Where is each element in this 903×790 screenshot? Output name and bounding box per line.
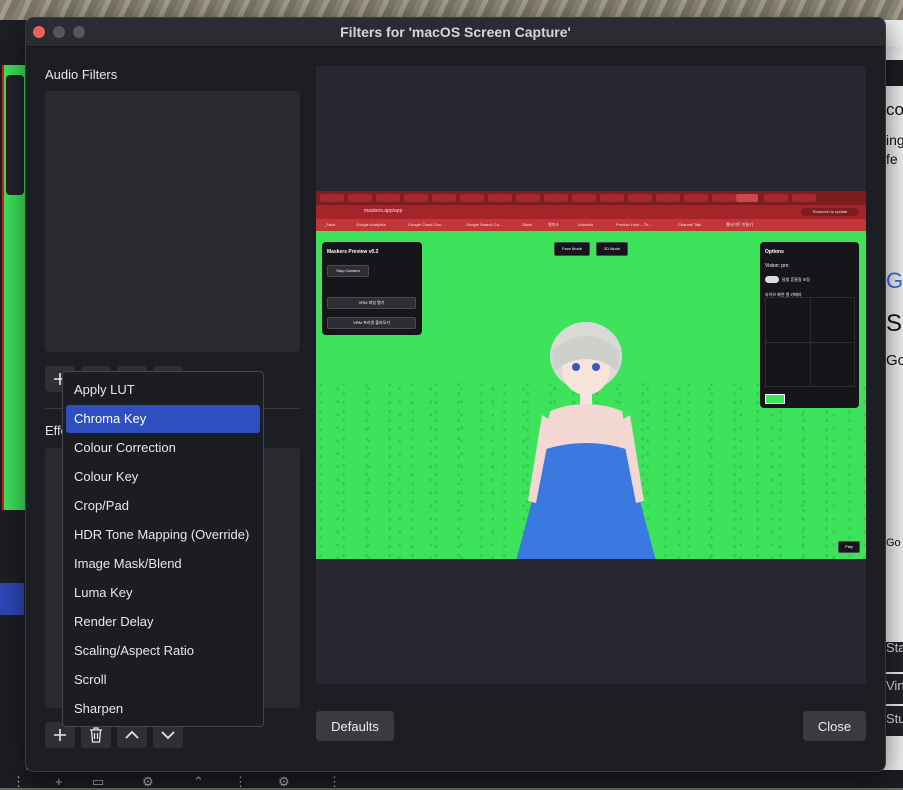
close-button[interactable]: Close [803, 711, 866, 741]
stop-camera-button: Stop Camera [327, 265, 369, 277]
panel-header-edge [883, 60, 903, 86]
bookmark: _Save [324, 222, 336, 227]
browser-tab [792, 194, 816, 202]
menu-item-scaling-aspect-ratio[interactable]: Scaling/Aspect Ratio [66, 637, 260, 665]
main-window-bottom-toolbar: ⋮ + ▭ ⚙ ⌃ ⋮ ⚙ ⋮ [0, 770, 903, 789]
bg-text: fe [886, 151, 898, 167]
bg-text: co [886, 100, 903, 119]
vrm-presets-button: VRM 프리셋 불러오기 [327, 317, 416, 329]
menu-item-hdr-tone-mapping[interactable]: HDR Tone Mapping (Override) [66, 521, 260, 549]
browser-bookmarks-bar: _Save Google Analytics Google Cloud Con.… [316, 219, 866, 231]
vrm-open-button: VRM 파일 열기 [327, 297, 416, 309]
browser-url: maskers.app/app [364, 208, 403, 214]
menu-item-chroma-key[interactable]: Chroma Key [66, 405, 260, 433]
camera-grid [765, 297, 855, 387]
menu-item-sharpen[interactable]: Sharpen [66, 695, 260, 723]
bg-text: ane [886, 44, 903, 55]
menu-item-scroll[interactable]: Scroll [66, 666, 260, 694]
menu-item-colour-correction[interactable]: Colour Correction [66, 434, 260, 462]
browser-tab [516, 194, 540, 202]
browser-tab [600, 194, 624, 202]
bg-text: Stu [886, 711, 903, 726]
bg-text: G [886, 268, 903, 293]
bookmark: Google Cloud Con... [408, 222, 445, 227]
bg-text: Go [886, 352, 903, 369]
bookmark: Google Search Co... [466, 222, 503, 227]
menu-item-apply-lut[interactable]: Apply LUT [66, 376, 260, 404]
browser-tab [320, 194, 344, 202]
bookmark: 원피스 [548, 222, 560, 227]
toggle-switch [765, 276, 779, 283]
bg-text: ing [886, 132, 903, 148]
toggle-label: 달빛 흔들림 조정 [782, 277, 810, 282]
menu-item-crop-pad[interactable]: Crop/Pad [66, 492, 260, 520]
trash-icon [90, 727, 102, 743]
bookmark: Product Hunt – Th... [616, 222, 652, 227]
browser-tab [712, 194, 736, 202]
menu-item-render-delay[interactable]: Render Delay [66, 608, 260, 636]
browser-tab [404, 194, 428, 202]
chevron-down-icon [161, 731, 175, 740]
bookmark: 웹사이트 만들기 [726, 222, 753, 227]
defaults-button[interactable]: Defaults [316, 711, 394, 741]
bg-text: Go [886, 537, 901, 549]
browser-update-pill: Relaunch to update [801, 208, 859, 216]
play-button: Play [838, 541, 860, 553]
browser-tab [544, 194, 568, 202]
browser-tab [488, 194, 512, 202]
chevron-up-icon [125, 730, 139, 739]
menu-item-colour-key[interactable]: Colour Key [66, 463, 260, 491]
bookmark: Slack [522, 222, 532, 227]
browser-tab [764, 194, 788, 202]
browser-tab [656, 194, 680, 202]
browser-tab-strip [316, 191, 866, 205]
2d-mode-button: 2D Mode [596, 242, 628, 256]
preview-panel-edge [6, 75, 24, 195]
bg-text: Virt [886, 678, 903, 693]
browser-address-bar: maskers.app/app Relaunch to update [316, 205, 866, 219]
bookmark: Google Analytics [356, 222, 386, 227]
captured-screen: maskers.app/app Relaunch to update _Save… [316, 191, 866, 559]
browser-tab [376, 194, 400, 202]
bg-text: Sta [886, 640, 903, 655]
browser-tab [348, 194, 372, 202]
face-mode-button: Face Mode [554, 242, 590, 256]
browser-tab [684, 194, 708, 202]
avatar-character [516, 322, 656, 559]
audio-filters-list[interactable] [45, 91, 300, 352]
plus-icon [54, 729, 66, 741]
browser-tab [628, 194, 652, 202]
bookmark: LinkedIn [578, 222, 594, 227]
menu-item-luma-key[interactable]: Luma Key [66, 579, 260, 607]
bookmark: Channel Talk [678, 222, 702, 227]
vision-label: Vision: pro [765, 263, 789, 269]
bg-text: Sig [886, 310, 903, 337]
add-filter-menu: Apply LUT Chroma Key Colour Correction C… [62, 371, 264, 727]
title-bar: Filters for 'macOS Screen Capture' [26, 18, 885, 47]
browser-tab-active [736, 194, 758, 202]
color-swatch [765, 394, 785, 404]
selected-scene-edge [0, 583, 24, 615]
maskers-preview-panel: Maskers Preview v0.2 Stop Camera VRM 파일 … [322, 242, 422, 335]
main-window-left-edge [0, 20, 26, 788]
maskers-preview-title: Maskers Preview v0.2 [327, 249, 379, 255]
browser-tab [572, 194, 596, 202]
browser-tab [460, 194, 484, 202]
browser-tab [432, 194, 456, 202]
options-panel: Options Vision: pro 달빛 흔들림 조정 라이브 화면 열 카… [760, 242, 859, 408]
filter-preview: maskers.app/app Relaunch to update _Save… [316, 66, 866, 684]
options-title: Options [765, 249, 784, 255]
window-title: Filters for 'macOS Screen Capture' [340, 24, 571, 40]
add-icon: + [55, 774, 63, 789]
menu-item-image-mask-blend[interactable]: Image Mask/Blend [66, 550, 260, 578]
audio-filters-label: Audio Filters [45, 67, 118, 82]
